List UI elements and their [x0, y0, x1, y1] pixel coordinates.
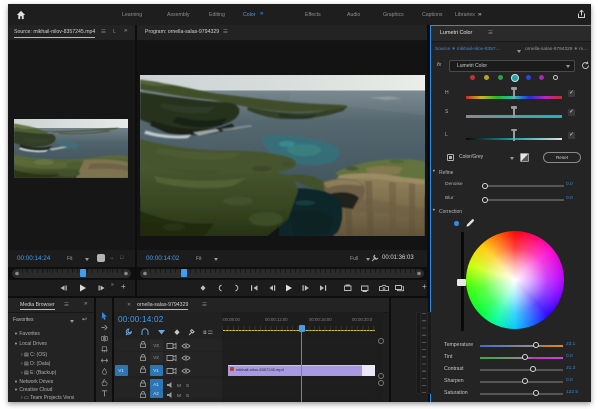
svg-text:M: M	[177, 393, 181, 399]
svg-text:M: M	[177, 383, 181, 389]
svg-text:S: S	[186, 393, 189, 399]
svg-text:S: S	[186, 383, 189, 389]
